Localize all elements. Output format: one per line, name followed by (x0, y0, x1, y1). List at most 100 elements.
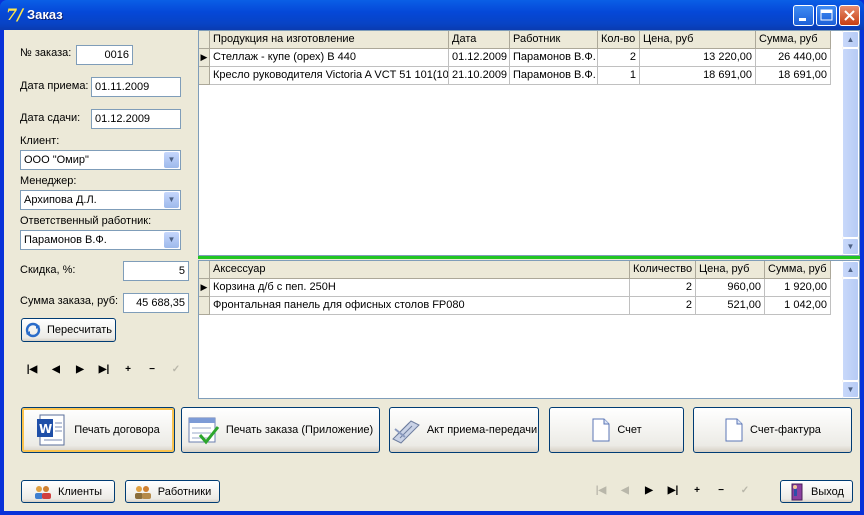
column-header[interactable]: Работник (510, 31, 598, 49)
table-cell[interactable]: 2 (630, 279, 696, 297)
grid-splitter[interactable] (198, 256, 860, 259)
column-header[interactable]: Кол-во (598, 31, 640, 49)
table-cell[interactable]: Фронтальная панель для офисных столов FP… (210, 297, 630, 315)
invoice-factura-button[interactable]: Счет-фактура (693, 407, 852, 453)
prev-record-icon[interactable]: ◀ (613, 485, 637, 496)
invoice-label: Счет (617, 424, 642, 436)
workers-icon (134, 485, 151, 499)
close-button[interactable] (839, 5, 860, 26)
column-header[interactable]: Продукция на изготовление (210, 31, 449, 49)
workers-label: Работники (157, 485, 212, 498)
table-cell[interactable]: Парамонов В.Ф. (510, 49, 598, 67)
table-cell[interactable]: Кресло руководителя Victoria A VCT 51 10… (210, 67, 449, 85)
manager-label: Менеджер: (20, 175, 77, 187)
table-cell[interactable]: 521,00 (696, 297, 765, 315)
table-cell[interactable]: 18 691,00 (756, 67, 831, 85)
column-header[interactable]: Количество (630, 261, 696, 279)
clients-label: Клиенты (57, 485, 103, 498)
client-select[interactable]: ООО "Омир" ▼ (20, 150, 181, 170)
column-header[interactable]: Дата (449, 31, 510, 49)
act-label: Акт приема-передачи (426, 424, 538, 436)
chevron-down-icon[interactable]: ▼ (164, 232, 179, 248)
scroll-thumb[interactable] (842, 48, 859, 238)
table-cell[interactable]: 1 920,00 (765, 279, 831, 297)
chevron-down-icon[interactable]: ▼ (164, 152, 179, 168)
table-cell[interactable]: 2 (598, 49, 640, 67)
table-cell[interactable]: 1 (598, 67, 640, 85)
exit-button[interactable]: Выход (780, 480, 853, 503)
date-received-label: Дата приема: (20, 80, 89, 92)
column-header[interactable]: Цена, руб (640, 31, 756, 49)
chevron-down-icon[interactable]: ▼ (164, 192, 179, 208)
table-cell[interactable]: 1 042,00 (765, 297, 831, 315)
table-cell[interactable]: Парамонов В.Ф. (510, 67, 598, 85)
recalculate-button[interactable]: Пересчитать (21, 318, 116, 342)
first-record-icon[interactable]: |◀ (589, 485, 613, 496)
document-icon (725, 418, 743, 442)
users-icon (34, 485, 51, 499)
client-label: Клиент: (20, 135, 60, 147)
handshake-document-icon (391, 420, 420, 444)
column-header[interactable]: Сумма, руб (756, 31, 831, 49)
scroll-thumb[interactable] (842, 278, 859, 381)
add-record-icon[interactable]: + (116, 364, 140, 375)
act-button[interactable]: Акт приема-передачи (389, 407, 539, 453)
minimize-button[interactable] (793, 5, 814, 26)
post-record-icon[interactable]: ✓ (733, 485, 757, 496)
table-cell[interactable]: 26 440,00 (756, 49, 831, 67)
scroll-up-icon[interactable]: ▲ (842, 31, 859, 48)
date-delivery-field[interactable]: 01.12.2009 (91, 109, 181, 129)
close-icon (844, 10, 855, 21)
current-row-icon: ▶ (199, 49, 210, 67)
manager-select[interactable]: Архипова Д.Л. ▼ (20, 190, 181, 210)
accessories-scrollbar[interactable]: ▲ ▼ (842, 261, 859, 398)
table-cell[interactable]: Корзина д/б с пеп. 250Н (210, 279, 630, 297)
date-received-field[interactable]: 01.11.2009 (91, 77, 181, 97)
table-cell[interactable]: 21.10.2009 (449, 67, 510, 85)
print-order-button[interactable]: Печать заказа (Приложение) (181, 407, 380, 453)
table-cell[interactable]: Стеллаж - купе (орех) В 440 (210, 49, 449, 67)
add-record-icon[interactable]: + (685, 485, 709, 496)
prev-record-icon[interactable]: ◀ (44, 364, 68, 375)
table-cell[interactable]: 01.12.2009 (449, 49, 510, 67)
order-no-field[interactable]: 0016 (76, 45, 133, 65)
accessories-grid[interactable]: Аксессуар Количество Цена, руб Сумма, ру… (198, 260, 860, 399)
products-scrollbar[interactable]: ▲ ▼ (842, 31, 859, 255)
current-row-icon: ▶ (199, 279, 210, 297)
table-cell[interactable]: 960,00 (696, 279, 765, 297)
discount-field[interactable]: 5 (123, 261, 189, 281)
table-cell[interactable]: 2 (630, 297, 696, 315)
next-record-icon[interactable]: ▶ (68, 364, 92, 375)
last-record-icon[interactable]: ▶| (92, 364, 116, 375)
delete-record-icon[interactable]: − (709, 485, 733, 496)
word-document-icon: W (37, 414, 65, 446)
table-cell[interactable]: 13 220,00 (640, 49, 756, 67)
last-record-icon[interactable]: ▶| (661, 485, 685, 496)
maximize-button[interactable] (816, 5, 837, 26)
svg-text:W: W (39, 422, 52, 436)
document-icon (592, 418, 610, 442)
window-title: Заказ (27, 7, 63, 22)
row-indicator (199, 67, 210, 85)
workers-button[interactable]: Работники (125, 480, 220, 503)
table-cell[interactable]: 18 691,00 (640, 67, 756, 85)
worker-select[interactable]: Парамонов В.Ф. ▼ (20, 230, 181, 250)
title-bar[interactable]: 7∕ Заказ (0, 0, 864, 30)
column-header[interactable]: Аксессуар (210, 261, 630, 279)
delete-record-icon[interactable]: − (140, 364, 164, 375)
products-grid[interactable]: Продукция на изготовление Дата Работник … (198, 30, 860, 256)
print-contract-button[interactable]: W Печать договора (21, 407, 175, 453)
column-header[interactable]: Сумма, руб (765, 261, 831, 279)
manager-value: Архипова Д.Л. (24, 194, 97, 206)
scroll-up-icon[interactable]: ▲ (842, 261, 859, 278)
column-header[interactable]: Цена, руб (696, 261, 765, 279)
scroll-down-icon[interactable]: ▼ (842, 381, 859, 398)
invoice-button[interactable]: Счет (549, 407, 684, 453)
first-record-icon[interactable]: |◀ (20, 364, 44, 375)
discount-label: Скидка, %: (20, 264, 76, 276)
clients-button[interactable]: Клиенты (21, 480, 115, 503)
refresh-icon (25, 322, 41, 338)
next-record-icon[interactable]: ▶ (637, 485, 661, 496)
scroll-down-icon[interactable]: ▼ (842, 238, 859, 255)
post-record-icon[interactable]: ✓ (164, 364, 188, 375)
